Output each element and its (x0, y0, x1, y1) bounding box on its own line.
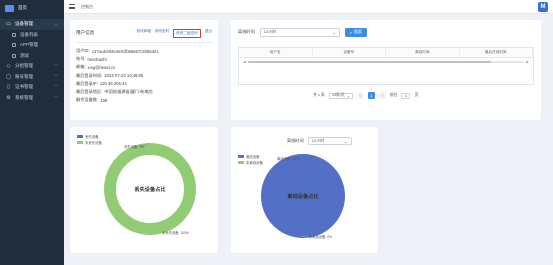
pagination: 共 1 条 10条/页 ⌄ < 1 > 前往 1 页 (313, 92, 534, 99)
chart-center-title: 离线设备占比 (287, 192, 318, 200)
chevron-down-icon: ﹀ (54, 73, 58, 79)
sidebar-item-label: 系统管理 (15, 94, 33, 100)
goto-page-input[interactable]: 1 (401, 92, 411, 99)
sidebar-item-test[interactable]: 测试 (0, 51, 64, 62)
info-last-login-region: 最后登录地区: 中国|0|福建省|厦门市|电信 (76, 89, 153, 95)
sidebar-item-group-management[interactable]: ◇ 分组管理 ﹀ (0, 61, 64, 72)
offline-device-pie: 离线设备占比 离线设备: 100% 未离线设备: 0% (261, 154, 346, 239)
offline-table: 用户名 设备号 离线时间 最后在线时间 ◀ ▶ (238, 47, 534, 85)
home-icon (5, 4, 14, 12)
topbar: 控制台 M (64, 0, 553, 14)
app-logo: M (538, 2, 548, 12)
column-header: 最后在线时间 (460, 48, 533, 57)
app-icon (12, 43, 16, 48)
sidebar-item-account-management[interactable]: ◯ 账号管理 ﹀ (0, 72, 64, 83)
sidebar-item-label: 分组管理 (15, 63, 33, 69)
data-label: 离线设备: 100% (277, 156, 301, 161)
settings-icon: ⚙ (6, 94, 11, 101)
table-scrollbar[interactable]: ◀ ▶ (243, 60, 529, 64)
scroll-left-icon[interactable]: ◀ (243, 60, 246, 64)
info-last-login-time: 最后登录时间: 2024-07-23 10:48:55 (76, 72, 144, 79)
sidebar-home[interactable]: 首页 (0, 0, 64, 16)
user-info-title: 用户信息 (76, 30, 95, 35)
sidebar-home-label: 首页 (18, 5, 27, 10)
page-button[interactable]: 1 (367, 92, 375, 99)
sidebar-item-label: APP管理 (20, 42, 39, 48)
chevron-down-icon: ﹀ (54, 63, 58, 69)
sidebar-item-label: 设备管理 (15, 21, 33, 27)
goto-suffix: 页 (414, 93, 419, 97)
cert-icon: ▯ (7, 84, 10, 91)
column-header: 离线时间 (386, 48, 460, 57)
scroll-right-icon[interactable]: ▶ (526, 60, 529, 64)
offline-search-card: 离线时间 12小时 ⌄ ⌕ 搜索 用户名 设备号 离线时间 最后在线时间 ◀ ▶… (231, 20, 541, 120)
info-email: 邮箱: xing@heied.cn (76, 64, 116, 70)
info-remaining-devices: 剩余设备数: 198 (76, 97, 108, 103)
column-header: 设备号 (313, 48, 386, 57)
chevron-up-icon: ︿ (54, 21, 58, 27)
search-button[interactable]: ⌕ 搜索 (344, 27, 368, 37)
lost-device-chart-card: 丢失设备 未丢失设备 丢失设备占比 丢失设备: 0% 未丢失设备: 100% (70, 127, 218, 253)
info-last-login-ip: 最后登录IP: 120.36.206.44 (76, 80, 127, 87)
info-account: 账号: heedcashi (76, 56, 107, 62)
page-size-select[interactable]: 10条/页 ⌄ (328, 92, 353, 99)
offline-time-select[interactable]: 12小时 ⌄ (259, 27, 340, 37)
change-password-link[interactable]: 修改密码 (155, 29, 169, 38)
offline-device-chart-card: 离线设备 未离线设备 离线时间 12小时 ⌄ 离线设备占比 离线设备: 100% 未… (231, 127, 378, 253)
sidebar-item-app-management[interactable]: APP管理 (0, 40, 64, 51)
list-icon (12, 32, 16, 37)
data-label: 丢失设备: 0% (124, 144, 144, 149)
breadcrumb[interactable]: 控制台 (81, 4, 93, 10)
sidebar-item-label: 设备列表 (20, 31, 38, 37)
sidebar-item-device-management[interactable]: ▭ 设备管理 ︿ (0, 19, 64, 30)
sidebar-item-system-management[interactable]: ⚙ 系统管理 ﹀ (0, 93, 64, 104)
search-icon: ⌕ (349, 29, 353, 35)
chevron-down-icon: ﹀ (54, 84, 58, 90)
chevron-down-icon: ⌄ (332, 29, 336, 35)
data-label: 未丢失设备: 100% (162, 230, 189, 235)
sidebar-item-device-list[interactable]: 设备列表 (0, 30, 64, 41)
group-icon: ◇ (6, 63, 11, 70)
sidebar-item-label: 证书管理 (15, 84, 33, 90)
change-email-link[interactable]: 修改邮箱 (137, 29, 151, 38)
change-secondary-password-link[interactable]: 修改二级密码 (173, 28, 201, 38)
logout-link[interactable]: 退出 (205, 29, 212, 38)
user-info-card: 用户信息 修改邮箱 修改密码 修改二级密码 退出 用户ID: c47ac4d4f4… (70, 20, 218, 120)
user-icon: ◯ (5, 73, 12, 80)
chevron-down-icon: ⌄ (346, 94, 350, 98)
menu-toggle-icon[interactable] (69, 4, 75, 9)
next-page-button[interactable]: > (378, 92, 386, 99)
chevron-down-icon: ﹀ (54, 94, 58, 100)
sidebar-item-cert-management[interactable]: ▯ 证书管理 ﹀ (0, 82, 64, 93)
data-label: 未离线设备: 0% (309, 234, 332, 239)
prev-page-button[interactable]: < (356, 92, 364, 99)
goto-label: 前往 (389, 93, 398, 97)
sidebar-item-label: 账号管理 (15, 73, 33, 79)
sidebar: 首页 ▭ 设备管理 ︿ 设备列表 APP管理 测试 ◇ 分组管理 ﹀ ◯ 账号管… (0, 0, 64, 265)
sidebar-item-label: 测试 (20, 52, 29, 58)
chart-center-title: 丢失设备占比 (134, 185, 165, 193)
lost-device-pie: 丢失设备占比 丢失设备: 0% 未丢失设备: 100% (104, 142, 196, 236)
doc-icon (12, 53, 16, 58)
offline-time-label: 离线时间 (238, 29, 255, 34)
column-header: 用户名 (239, 48, 313, 57)
info-user-id: 用户ID: c47ac4d4f4e4e91fb68a57c2b65d21 (76, 48, 159, 54)
monitor-icon: ▭ (6, 21, 11, 28)
pager-total: 共 1 条 (313, 93, 325, 97)
